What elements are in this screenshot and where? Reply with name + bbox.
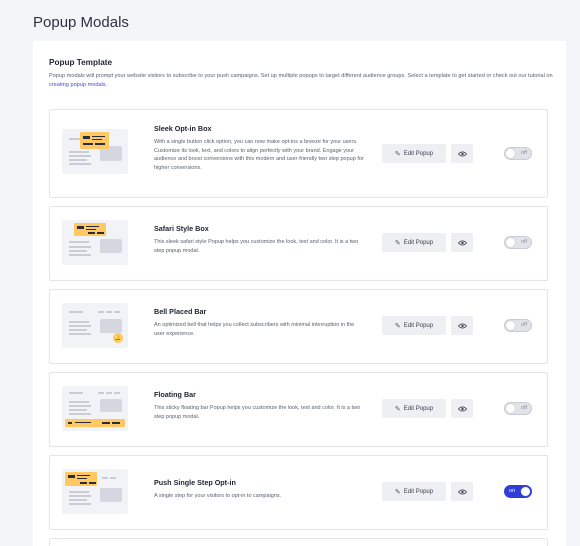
section-description-text: Popup modals will prompt your website vi… bbox=[49, 73, 553, 79]
enable-toggle[interactable]: on bbox=[504, 485, 532, 498]
enable-toggle[interactable]: off bbox=[504, 319, 532, 332]
template-description: With a single button click option, you c… bbox=[154, 139, 364, 171]
toggle-state: off bbox=[520, 150, 527, 156]
toggle-knob bbox=[506, 321, 515, 330]
pencil-icon: ✎ bbox=[394, 150, 401, 158]
toggle-state: on bbox=[509, 488, 516, 494]
bell-icon: 🔔 bbox=[113, 333, 123, 343]
template-card-next bbox=[49, 538, 548, 546]
template-thumbnail bbox=[62, 386, 128, 431]
template-card-safari-style-box: Safari Style Box This sleek safari style… bbox=[49, 206, 548, 281]
toggle-state: off bbox=[520, 405, 527, 411]
template-title: Bell Placed Bar bbox=[154, 307, 207, 316]
toggle-knob bbox=[506, 238, 515, 247]
template-thumbnail bbox=[62, 469, 128, 514]
template-title: Floating Bar bbox=[154, 390, 196, 399]
pencil-icon: ✎ bbox=[394, 488, 401, 496]
enable-toggle[interactable]: off bbox=[504, 402, 532, 415]
edit-popup-label: Edit Popup bbox=[403, 239, 434, 246]
template-thumbnail bbox=[62, 220, 128, 265]
eye-icon bbox=[457, 240, 467, 245]
pencil-icon: ✎ bbox=[394, 405, 401, 413]
template-card-bell-placed-bar: 🔔 Bell Placed Bar An optimized bell that… bbox=[49, 289, 548, 364]
eye-icon bbox=[457, 151, 467, 156]
edit-popup-button[interactable]: ✎ Edit Popup bbox=[382, 482, 446, 501]
template-description: This sleek safari style Popup helps you … bbox=[154, 239, 359, 254]
edit-popup-button[interactable]: ✎ Edit Popup bbox=[382, 399, 446, 418]
template-card-floating-bar: Floating Bar This sticky floating bar Po… bbox=[49, 372, 548, 447]
template-title: Sleek Opt-in Box bbox=[154, 124, 212, 133]
pencil-icon: ✎ bbox=[394, 239, 401, 247]
enable-toggle[interactable]: off bbox=[504, 236, 532, 249]
eye-icon bbox=[457, 406, 467, 411]
template-description: This sticky floating bar Popup helps you… bbox=[154, 405, 361, 420]
popup-template-panel: Popup Template Popup modals will prompt … bbox=[33, 41, 566, 546]
toggle-knob bbox=[521, 487, 530, 496]
preview-button[interactable] bbox=[451, 482, 473, 501]
edit-popup-label: Edit Popup bbox=[403, 322, 434, 329]
template-card-push-single-step-opt-in: Push Single Step Opt-in A single step fo… bbox=[49, 455, 548, 530]
enable-toggle[interactable]: off bbox=[504, 147, 532, 160]
edit-popup-label: Edit Popup bbox=[403, 488, 434, 495]
eye-icon bbox=[457, 489, 467, 494]
toggle-state: off bbox=[520, 239, 527, 245]
edit-popup-label: Edit Popup bbox=[403, 150, 434, 157]
eye-icon bbox=[457, 323, 467, 328]
edit-popup-button[interactable]: ✎ Edit Popup bbox=[382, 233, 446, 252]
edit-popup-button[interactable]: ✎ Edit Popup bbox=[382, 144, 446, 163]
preview-button[interactable] bbox=[451, 144, 473, 163]
section-description-suffix: . bbox=[105, 82, 108, 88]
template-thumbnail: 🔔 bbox=[62, 303, 128, 348]
section-description: Popup modals will prompt your website vi… bbox=[49, 72, 554, 90]
template-description: A single step for your visitors to opt-i… bbox=[154, 493, 282, 499]
template-description: An optimized bell that helps you collect… bbox=[154, 322, 355, 337]
preview-button[interactable] bbox=[451, 399, 473, 418]
preview-button[interactable] bbox=[451, 233, 473, 252]
page-title: Popup Modals bbox=[33, 14, 129, 31]
pencil-icon: ✎ bbox=[394, 322, 401, 330]
template-title: Push Single Step Opt-in bbox=[154, 478, 236, 487]
template-title: Safari Style Box bbox=[154, 224, 209, 233]
preview-button[interactable] bbox=[451, 316, 473, 335]
toggle-knob bbox=[506, 149, 515, 158]
edit-popup-button[interactable]: ✎ Edit Popup bbox=[382, 316, 446, 335]
template-card-sleek-opt-in-box: Sleek Opt-in Box With a single button cl… bbox=[49, 109, 548, 198]
toggle-knob bbox=[506, 404, 515, 413]
tutorial-link[interactable]: creating popup modals bbox=[49, 82, 106, 88]
toggle-state: off bbox=[520, 322, 527, 328]
section-title: Popup Template bbox=[49, 58, 113, 67]
edit-popup-label: Edit Popup bbox=[403, 405, 434, 412]
template-thumbnail bbox=[62, 129, 128, 174]
